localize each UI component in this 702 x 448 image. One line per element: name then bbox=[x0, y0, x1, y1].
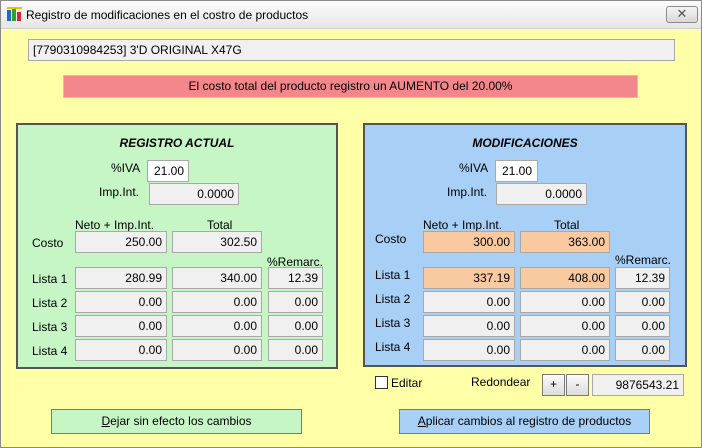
lista4-label: Lista 4 bbox=[375, 340, 411, 354]
discard-mnemonic: D bbox=[101, 414, 111, 428]
title-bar: Registro de modificaciones en el costro … bbox=[1, 1, 701, 29]
redondear-value-field[interactable]: 9876543.21 bbox=[592, 374, 684, 396]
lista4-remarc-input[interactable]: 0.00 bbox=[615, 339, 670, 361]
costo-neto-field: 250.00 bbox=[75, 231, 167, 253]
lista2-neto-input[interactable]: 0.00 bbox=[423, 291, 515, 313]
iva-input[interactable]: 21.00 bbox=[495, 160, 538, 182]
lista3-remarc-field: 0.00 bbox=[268, 315, 323, 337]
lista2-total-input[interactable]: 0.00 bbox=[520, 291, 610, 313]
app-window: Registro de modificaciones en el costro … bbox=[0, 0, 702, 448]
costo-label: Costo bbox=[375, 232, 407, 246]
apply-label: plicar cambios al registro de productos bbox=[425, 414, 632, 428]
discard-changes-button[interactable]: Dejar sin efecto los cambios bbox=[51, 409, 302, 434]
lista3-remarc-input[interactable]: 0.00 bbox=[615, 315, 670, 337]
close-button[interactable]: ✕ bbox=[666, 6, 698, 23]
editar-label[interactable]: Editar bbox=[391, 376, 422, 390]
editar-checkbox[interactable] bbox=[375, 376, 388, 389]
remarc-header: %Remarc. bbox=[615, 253, 672, 267]
lista2-remarc-field: 0.00 bbox=[268, 291, 323, 313]
lista1-label: Lista 1 bbox=[32, 272, 68, 286]
current-record-panel: REGISTRO ACTUAL %IVA 21.00 Imp.Int. 0.00… bbox=[16, 123, 338, 369]
lista2-label: Lista 2 bbox=[375, 292, 411, 306]
apply-changes-button[interactable]: Aplicar cambios al registro de productos bbox=[399, 409, 650, 434]
lista3-total-input[interactable]: 0.00 bbox=[520, 315, 610, 337]
lista4-total-field: 0.00 bbox=[172, 339, 262, 361]
app-icon bbox=[7, 7, 22, 21]
iva-label: %IVA bbox=[459, 161, 489, 175]
iva-label: %IVA bbox=[111, 161, 141, 175]
total-header: Total bbox=[554, 218, 580, 232]
lista3-neto-field: 0.00 bbox=[75, 315, 167, 337]
lista3-neto-input[interactable]: 0.00 bbox=[423, 315, 515, 337]
lista4-neto-field: 0.00 bbox=[75, 339, 167, 361]
discard-label: ejar sin efecto los cambios bbox=[110, 414, 252, 428]
product-field: [7790310984253] 3'D ORIGINAL X47G bbox=[28, 39, 675, 61]
close-icon: ✕ bbox=[676, 6, 688, 21]
round-up-button[interactable]: + bbox=[542, 374, 565, 396]
lista4-label: Lista 4 bbox=[32, 344, 68, 358]
lista1-neto-field: 280.99 bbox=[75, 267, 167, 289]
imp-int-field: 0.0000 bbox=[149, 183, 239, 205]
imp-int-input[interactable]: 0.0000 bbox=[496, 183, 587, 205]
total-header: Total bbox=[207, 218, 233, 232]
redondear-label: Redondear bbox=[471, 375, 531, 389]
costo-total-input[interactable]: 363.00 bbox=[520, 231, 610, 253]
lista1-neto-input[interactable]: 337.19 bbox=[423, 267, 515, 289]
lista4-total-input[interactable]: 0.00 bbox=[520, 339, 610, 361]
lista1-remarc-field: 12.39 bbox=[268, 267, 323, 289]
lista4-neto-input[interactable]: 0.00 bbox=[423, 339, 515, 361]
round-down-button[interactable]: - bbox=[566, 374, 589, 396]
modifications-panel: MODIFICACIONES %IVA 21.00 Imp.Int. 0.000… bbox=[363, 123, 687, 367]
lista2-neto-field: 0.00 bbox=[75, 291, 167, 313]
apply-mnemonic: A bbox=[417, 414, 426, 428]
lista3-label: Lista 3 bbox=[32, 320, 68, 334]
costo-neto-input[interactable]: 300.00 bbox=[423, 231, 515, 253]
lista2-remarc-input[interactable]: 0.00 bbox=[615, 291, 670, 313]
change-banner: El costo total del producto registro un … bbox=[63, 75, 638, 98]
lista4-remarc-field: 0.00 bbox=[268, 339, 323, 361]
panel-title: REGISTRO ACTUAL bbox=[119, 136, 235, 150]
lista1-total-field: 340.00 bbox=[172, 267, 262, 289]
lista3-label: Lista 3 bbox=[375, 316, 411, 330]
lista1-label: Lista 1 bbox=[375, 268, 411, 282]
window-title: Registro de modificaciones en el costro … bbox=[26, 8, 309, 22]
lista1-total-input[interactable]: 408.00 bbox=[520, 267, 610, 289]
costo-label: Costo bbox=[32, 236, 64, 250]
neto-header: Neto + Imp.Int. bbox=[75, 218, 155, 232]
lista2-label: Lista 2 bbox=[32, 296, 68, 310]
neto-header: Neto + Imp.Int. bbox=[423, 218, 503, 232]
iva-field: 21.00 bbox=[147, 160, 189, 182]
costo-total-field: 302.50 bbox=[172, 231, 262, 253]
imp-int-label: Imp.Int. bbox=[99, 185, 140, 199]
lista1-remarc-input[interactable]: 12.39 bbox=[615, 267, 670, 289]
lista2-total-field: 0.00 bbox=[172, 291, 262, 313]
panel-title: MODIFICACIONES bbox=[472, 136, 578, 150]
lista3-total-field: 0.00 bbox=[172, 315, 262, 337]
imp-int-label: Imp.Int. bbox=[447, 185, 488, 199]
